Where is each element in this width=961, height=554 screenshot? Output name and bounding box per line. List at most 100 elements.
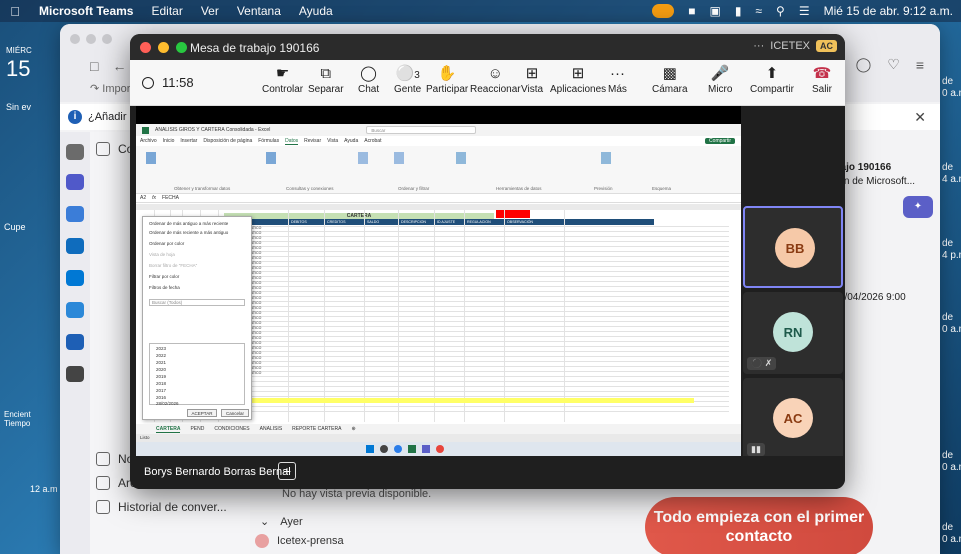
year-2016[interactable]: 2016 (156, 395, 166, 400)
copilot-icon[interactable]: ◯ (856, 56, 872, 73)
more-icon[interactable]: ··· (753, 40, 764, 52)
obtener-datos-icon[interactable] (146, 152, 156, 164)
minimize-window-icon[interactable] (86, 34, 96, 44)
year-2020[interactable]: 2020 (156, 367, 166, 372)
name-box[interactable]: A2 (140, 195, 146, 201)
formula-content[interactable]: FECHA (162, 195, 179, 201)
add-screen-icon[interactable]: + (278, 462, 296, 480)
sort-desc-option[interactable]: Ordenar de más reciente a más antiguo (149, 230, 228, 235)
sheet-tab-pend[interactable]: PEND (190, 426, 204, 432)
excel-tab-datos[interactable]: Datos (285, 138, 299, 145)
org-switcher[interactable]: ··· ICETEX AC (753, 40, 837, 52)
mic-button[interactable]: 🎤 Micro (708, 64, 732, 95)
excel-search-box[interactable]: Buscar (366, 126, 477, 134)
zoom-meeting-window-icon[interactable] (176, 42, 187, 53)
year-2017[interactable]: 2017 (156, 388, 166, 393)
more-apps-icon[interactable] (66, 366, 84, 382)
excel-tab-archivo[interactable]: Archivo (140, 138, 157, 144)
forecast-icon[interactable] (601, 152, 611, 164)
sheet-tab-condiciones[interactable]: CONDICIONES (214, 426, 249, 432)
accept-button[interactable]: ACEPTAR (187, 409, 217, 417)
notification-icon[interactable]: ♡ (887, 56, 900, 73)
col-descripcion[interactable]: DESCRIPCION (398, 219, 434, 225)
windows-start-icon[interactable] (366, 445, 374, 453)
excel-share-button[interactable]: Compartir (705, 138, 735, 144)
sheet-tab-reporte[interactable]: REPORTE CARTERA (292, 426, 341, 432)
chat-button[interactable]: ◯ Chat (358, 64, 379, 95)
filter-icon[interactable] (394, 152, 404, 164)
menubar-app-name[interactable]: Microsoft Teams (30, 4, 142, 18)
participant-tile-rn[interactable]: RN ⚫ ✗ (743, 292, 843, 374)
refresh-icon[interactable] (266, 152, 276, 164)
copilot-badge[interactable]: ✦ (903, 196, 933, 218)
apps-button[interactable]: ⊞ Aplicaciones (550, 64, 606, 95)
search-icon[interactable]: ⚲ (776, 4, 785, 18)
excel-tab-acrobat[interactable]: Acrobat (364, 138, 381, 144)
menubar-item-ver[interactable]: Ver (192, 4, 228, 18)
onedrive-icon[interactable] (66, 334, 84, 350)
minimize-meeting-window-icon[interactable] (158, 42, 169, 53)
files-icon[interactable] (66, 302, 84, 318)
close-banner-icon[interactable]: ✕ (914, 109, 926, 126)
icetex-item[interactable]: Icetex-prensa (255, 534, 344, 548)
participant-tile-ac[interactable]: AC ▮▮ (743, 378, 843, 460)
col-saldo[interactable]: SALDO (364, 219, 398, 225)
mail-icon[interactable] (66, 174, 84, 190)
text-to-columns-icon[interactable] (456, 152, 466, 164)
menubar-datetime[interactable]: Mié 15 de abr. 9:12 a.m. (824, 4, 953, 18)
apple-icon[interactable]:  (0, 4, 30, 19)
excel-tab-vista[interactable]: Vista (327, 138, 338, 144)
add-sheet-icon[interactable]: ⊕ (351, 426, 355, 432)
calendar-icon[interactable] (66, 206, 84, 222)
leave-button[interactable]: ☎ Salir (812, 64, 832, 95)
year-2018[interactable]: 2018 (156, 381, 166, 386)
excel-tab-revisar[interactable]: Revisar (304, 138, 321, 144)
sort-by-color-option[interactable]: Ordenar por color (149, 241, 184, 246)
new-window-icon[interactable]: □ (90, 58, 98, 74)
menubar-item-ayuda[interactable]: Ayuda (290, 4, 342, 18)
menu-icon[interactable]: ≡ (916, 57, 924, 73)
taskbar-edge-icon[interactable] (394, 445, 402, 453)
close-window-icon[interactable] (70, 34, 80, 44)
react-button[interactable]: ☺ Reaccionar (470, 64, 521, 95)
filter-search-input[interactable]: Buscar (Todos) (149, 299, 245, 306)
zoom-window-icon[interactable] (102, 34, 112, 44)
folder-historial[interactable]: Historial de conver... (96, 500, 227, 514)
apps-grid-icon[interactable] (66, 144, 84, 160)
battery-icon[interactable]: ▮ (735, 4, 742, 18)
date-item-28-02-2026[interactable]: 28/02/2026 (156, 401, 179, 406)
sheet-tab-analisis[interactable]: ANALISIS (260, 426, 283, 432)
taskbar-teams-icon[interactable] (422, 445, 430, 453)
control-center-icon[interactable]: ☰ (799, 4, 810, 18)
menubar-item-ventana[interactable]: Ventana (228, 4, 290, 18)
sheet-view-option[interactable]: Vista de hoja (149, 252, 175, 257)
year-2021[interactable]: 2021 (156, 360, 166, 365)
col-regulacion[interactable]: REGULACION (464, 219, 504, 225)
todo-icon[interactable] (66, 270, 84, 286)
sort-asc-option[interactable]: Ordenar de más antiguo a más reciente (149, 221, 228, 226)
col-creditos[interactable]: CREDITOS (324, 219, 364, 225)
excel-tab-insertar[interactable]: Insertar (180, 138, 197, 144)
col-observacion[interactable]: OBSERVACIÓN (504, 219, 564, 225)
separate-button[interactable]: ⧉ Separar (308, 64, 344, 95)
chevron-down-icon[interactable]: ⌄ (260, 516, 269, 528)
excel-tab-ayuda[interactable]: Ayuda (344, 138, 358, 144)
year-2019[interactable]: 2019 (156, 374, 166, 379)
taskbar-chrome-icon[interactable] (436, 445, 444, 453)
excel-tab-disposicion[interactable]: Disposición de página (203, 138, 252, 144)
col-debitos[interactable]: DEBITOS (288, 219, 324, 225)
year-2022[interactable]: 2022 (156, 353, 166, 358)
people-button[interactable]: ⚪3 Gente (394, 64, 421, 95)
recording-indicator-icon[interactable] (652, 4, 675, 18)
people-icon[interactable] (66, 238, 84, 254)
menubar-item-editar[interactable]: Editar (142, 4, 191, 18)
clear-filter-option[interactable]: Borrar filtro de "FECHA" (149, 263, 197, 268)
view-button[interactable]: ⊞ Vista (521, 64, 543, 95)
sheet-tab-cartera[interactable]: CARTERA (156, 426, 181, 433)
camera-button[interactable]: ▩ Cámara (652, 64, 688, 95)
date-filters-option[interactable]: Filtros de fecha (149, 285, 180, 290)
excel-tab-formulas[interactable]: Fórmulas (258, 138, 279, 144)
taskbar-excel-icon[interactable] (408, 445, 416, 453)
back-arrow-icon[interactable]: ← (112, 58, 126, 74)
compose-button[interactable]: Co (96, 142, 133, 156)
